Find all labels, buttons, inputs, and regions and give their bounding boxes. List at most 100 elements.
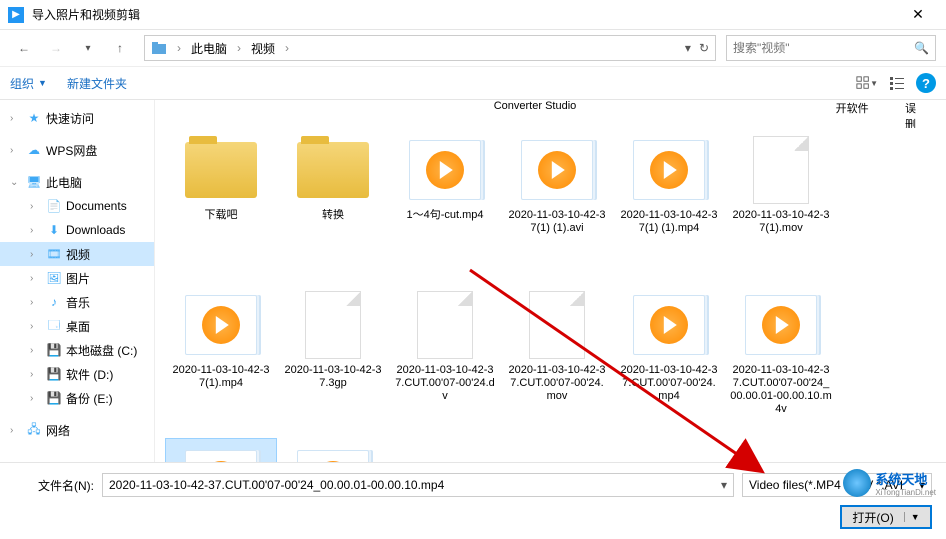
sidebar-network[interactable]: › 🖧 网络: [0, 418, 154, 442]
music-icon: ♪: [46, 294, 62, 310]
app-icon: ▶: [8, 7, 24, 23]
file-item[interactable]: 转换: [277, 128, 389, 283]
sidebar-wps[interactable]: › ☁ WPS网盘: [0, 138, 154, 162]
file-item[interactable]: 2020-11-03-10-42-37(1) (1).mp4: [613, 128, 725, 283]
file-name: 2020-11-03-10-42-37.CUT.00'07-00'24.mov: [506, 364, 608, 403]
file-icon: [305, 291, 361, 359]
toolbar: 组织 ▼ 新建文件夹 ▼ ?: [0, 66, 946, 100]
file-icon: [529, 291, 585, 359]
filename-dropdown-icon[interactable]: ▾: [721, 478, 727, 492]
pic-icon: 🖼: [46, 270, 62, 286]
sidebar-item-label: 视频: [66, 246, 90, 263]
file-name: 2020-11-03-10-42-37.CUT.00'07-00'24.dv: [394, 364, 496, 403]
search-input[interactable]: [733, 41, 914, 55]
window-title: 导入照片和视频剪辑: [32, 6, 898, 23]
down-icon: ⬇: [46, 222, 62, 238]
view-list-button[interactable]: [886, 72, 908, 94]
folder-path-icon: [151, 40, 167, 56]
sidebar-quick-access[interactable]: › ★ 快速访问: [0, 106, 154, 130]
file-name: 2020-11-03-10-42-37(1).mov: [730, 209, 832, 235]
search-box[interactable]: 🔍: [726, 35, 936, 61]
breadcrumb-sep: ›: [173, 39, 185, 57]
file-item[interactable]: 2020-11-03-10-42-37(1).mp4: [165, 283, 277, 438]
sidebar-item[interactable]: ›🎞视频: [0, 242, 154, 266]
history-dropdown[interactable]: ▾: [74, 34, 102, 62]
video-icon: [521, 140, 593, 200]
file-name: 2020-11-03-10-42-37.CUT.00'07-00'24_00.0…: [730, 364, 832, 416]
sidebar-item-label: 软件 (D:): [66, 366, 113, 383]
file-item[interactable]: 2020-11-03-10-42-37.CUT.00'07-00'24.mov: [501, 283, 613, 438]
sidebar-item-label: 音乐: [66, 294, 90, 311]
file-item[interactable]: 2020-11-03-10-42-37.CUT.00'07-00'28.avi: [277, 438, 389, 462]
address-dropdown[interactable]: ▾: [685, 41, 691, 55]
main-area: › ★ 快速访问 › ☁ WPS网盘 ⌄ 🖥 此电脑 ›📄Documents›⬇…: [0, 100, 946, 462]
file-name: 2020-11-03-10-42-37(1) (1).mp4: [618, 209, 720, 235]
file-name: 转换: [322, 209, 344, 222]
open-split-icon[interactable]: ▼: [904, 512, 920, 522]
sidebar-item[interactable]: ›🗔桌面: [0, 314, 154, 338]
filename-input[interactable]: [109, 478, 721, 492]
sidebar-item-label: Downloads: [66, 223, 125, 237]
file-item[interactable]: 2020-11-03-10-42-37.CUT.00'07-00'24.dv: [389, 283, 501, 438]
forward-button[interactable]: →: [42, 34, 70, 62]
sidebar-item-label: 图片: [66, 270, 90, 287]
help-button[interactable]: ?: [916, 73, 936, 93]
breadcrumb-video[interactable]: 视频: [247, 38, 279, 59]
file-pane: Converter Studio 开软件 误删 下载吧转换1～4句-cut.mp…: [155, 100, 946, 462]
video-icon: [633, 140, 705, 200]
sidebar-item[interactable]: ›📄Documents: [0, 194, 154, 218]
file-grid: 下载吧转换1～4句-cut.mp42020-11-03-10-42-37(1) …: [165, 128, 936, 462]
file-item[interactable]: 2020-11-03-10-42-37(1).mov: [725, 128, 837, 283]
sidebar-item[interactable]: ›💾备份 (E:): [0, 386, 154, 410]
video-icon: [185, 450, 257, 462]
sidebar-item[interactable]: ›♪音乐: [0, 290, 154, 314]
breadcrumb-sep: ›: [233, 39, 245, 57]
file-item[interactable]: 2020-11-03-10-42-37.CUT.00'07-00'24_00.0…: [165, 438, 277, 462]
filename-input-wrap[interactable]: ▾: [102, 473, 734, 497]
file-item[interactable]: 2020-11-03-10-42-37.CUT.00'07-00'24.mp4: [613, 283, 725, 438]
file-item[interactable]: 1～4句-cut.mp4: [389, 128, 501, 283]
disk-icon: 💾: [46, 390, 62, 406]
cloud-icon: ☁: [26, 142, 42, 158]
file-item[interactable]: 下载吧: [165, 128, 277, 283]
desk-icon: 🗔: [46, 318, 62, 334]
file-item[interactable]: 2020-11-03-10-42-37(1) (1).avi: [501, 128, 613, 283]
sidebar-item[interactable]: ›💾本地磁盘 (C:): [0, 338, 154, 362]
file-name: 2020-11-03-10-42-37.3gp: [282, 364, 384, 390]
video-icon: [297, 450, 369, 462]
breadcrumb-sep: ›: [281, 39, 293, 57]
search-icon[interactable]: 🔍: [914, 41, 929, 55]
organize-button[interactable]: 组织 ▼: [10, 75, 47, 92]
video-icon: [409, 140, 481, 200]
sidebar-item-label: 桌面: [66, 318, 90, 335]
up-button[interactable]: ↑: [106, 34, 134, 62]
close-button[interactable]: ✕: [898, 6, 938, 23]
doc-icon: 📄: [46, 198, 62, 214]
disk-icon: 💾: [46, 342, 62, 358]
address-bar[interactable]: › 此电脑 › 视频 › ▾ ↻: [144, 35, 716, 61]
sidebar-item-label: Documents: [66, 199, 127, 213]
sidebar-this-pc[interactable]: ⌄ 🖥 此电脑: [0, 170, 154, 194]
file-item[interactable]: 2020-11-03-10-42-37.CUT.00'07-00'24_00.0…: [725, 283, 837, 438]
sidebar: › ★ 快速访问 › ☁ WPS网盘 ⌄ 🖥 此电脑 ›📄Documents›⬇…: [0, 100, 155, 462]
breadcrumb-this-pc[interactable]: 此电脑: [187, 38, 231, 59]
video-icon: [185, 295, 257, 355]
new-folder-button[interactable]: 新建文件夹: [67, 75, 127, 92]
sidebar-item[interactable]: ›💾软件 (D:): [0, 362, 154, 386]
refresh-button[interactable]: ↻: [699, 41, 709, 55]
open-button[interactable]: 打开(O) ▼: [840, 505, 932, 529]
sidebar-item[interactable]: ›🖼图片: [0, 266, 154, 290]
file-icon: [753, 136, 809, 204]
back-button[interactable]: ←: [10, 34, 38, 62]
file-item[interactable]: 2020-11-03-10-42-37.3gp: [277, 283, 389, 438]
view-icons-button[interactable]: ▼: [856, 72, 878, 94]
file-name: 2020-11-03-10-42-37(1).mp4: [170, 364, 272, 390]
disk-icon: 💾: [46, 366, 62, 382]
sidebar-item-label: 本地磁盘 (C:): [66, 342, 137, 359]
file-name: 2020-11-03-10-42-37(1) (1).avi: [506, 209, 608, 235]
video-icon: [633, 295, 705, 355]
star-icon: ★: [26, 110, 42, 126]
network-icon: 🖧: [26, 422, 42, 438]
watermark-logo: [843, 469, 871, 497]
sidebar-item[interactable]: ›⬇Downloads: [0, 218, 154, 242]
